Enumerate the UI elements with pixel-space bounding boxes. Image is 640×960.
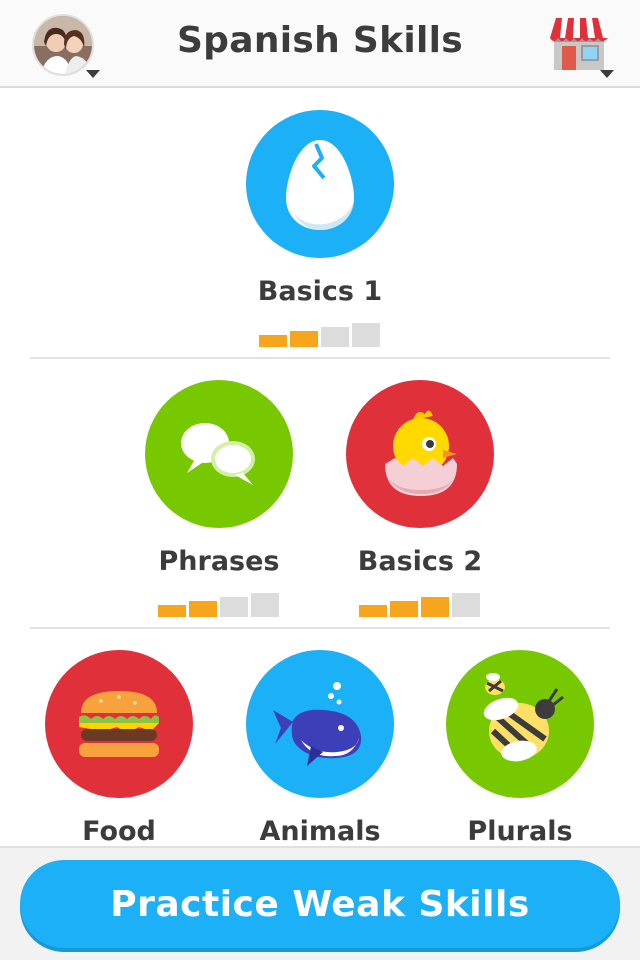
strength-bar [220,597,248,617]
skill-phrases[interactable]: Phrases [144,380,294,617]
burger-icon [79,691,159,757]
row-divider [30,357,610,359]
practice-weak-skills-button[interactable]: Practice Weak Skills [20,860,620,948]
skill-circle[interactable] [346,380,494,528]
whale-icon [273,682,362,766]
strength-bar [352,323,380,347]
strength-bar [452,593,480,617]
avatar-dropdown-caret-icon[interactable] [86,70,100,78]
skill-label: Basics 1 [257,276,383,307]
strength-meter [158,591,280,617]
skill-animals[interactable]: Animals [245,650,395,847]
skill-circle[interactable] [45,650,193,798]
skill-basics-1[interactable]: Basics 1 [245,110,395,347]
skill-plurals[interactable]: Plurals [445,650,595,847]
skill-basics-2[interactable]: Basics 2 [345,380,495,617]
page-title: Spanish Skills [176,20,464,61]
strength-bar [251,593,279,617]
strength-bar [359,605,387,617]
skill-circle[interactable] [246,650,394,798]
strength-bar [321,327,349,347]
strength-bar [158,605,186,617]
strength-meter [259,321,381,347]
strength-bar [189,601,217,617]
strength-bar [290,331,318,347]
top-bar: Spanish Skills [0,0,640,88]
shop-icon[interactable] [548,16,610,72]
row-divider [30,627,610,629]
skill-label: Animals [259,816,381,847]
skill-label: Food [82,816,156,847]
skill-circle[interactable] [246,110,394,258]
strength-bar [390,601,418,617]
egg-icon [286,140,354,230]
strength-bar [421,597,449,617]
skill-food[interactable]: Food [44,650,194,847]
speech-bubbles-icon [181,423,255,485]
strength-meter [359,591,481,617]
skill-label: Basics 2 [357,546,483,577]
skill-circle[interactable] [145,380,293,528]
skill-label: Phrases [158,546,280,577]
skill-circle[interactable] [446,650,594,798]
chick-icon [385,410,457,496]
bees-icon [483,673,564,762]
shop-dropdown-caret-icon[interactable] [600,70,614,78]
strength-bar [259,335,287,347]
skill-label: Plurals [467,816,573,847]
